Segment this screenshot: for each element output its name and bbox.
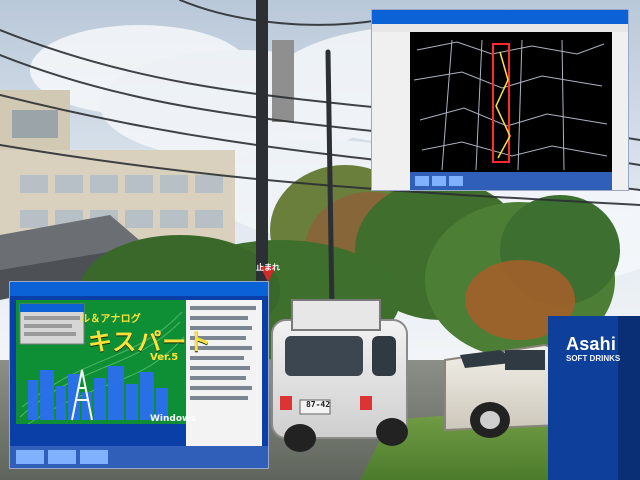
van-license-plate: 87-42	[305, 400, 331, 409]
cad-screenshot-window	[372, 10, 628, 190]
stop-sign-text: 止まれ	[256, 263, 280, 272]
car	[444, 343, 561, 438]
composite-photo-scene: ル＆アナログ キスパート Ver.5 Windows 止まれ Asahi SOF…	[0, 0, 640, 480]
software-screenshot-window: ル＆アナログ キスパート Ver.5 Windows	[10, 282, 268, 468]
vending-subtitle: SOFT DRINKS	[566, 354, 621, 363]
van	[271, 299, 408, 452]
splash-platform: Windows	[150, 414, 196, 424]
vending-brand: Asahi	[566, 334, 617, 354]
splash-version: Ver.5	[150, 352, 179, 363]
cad-map-render	[372, 10, 628, 190]
